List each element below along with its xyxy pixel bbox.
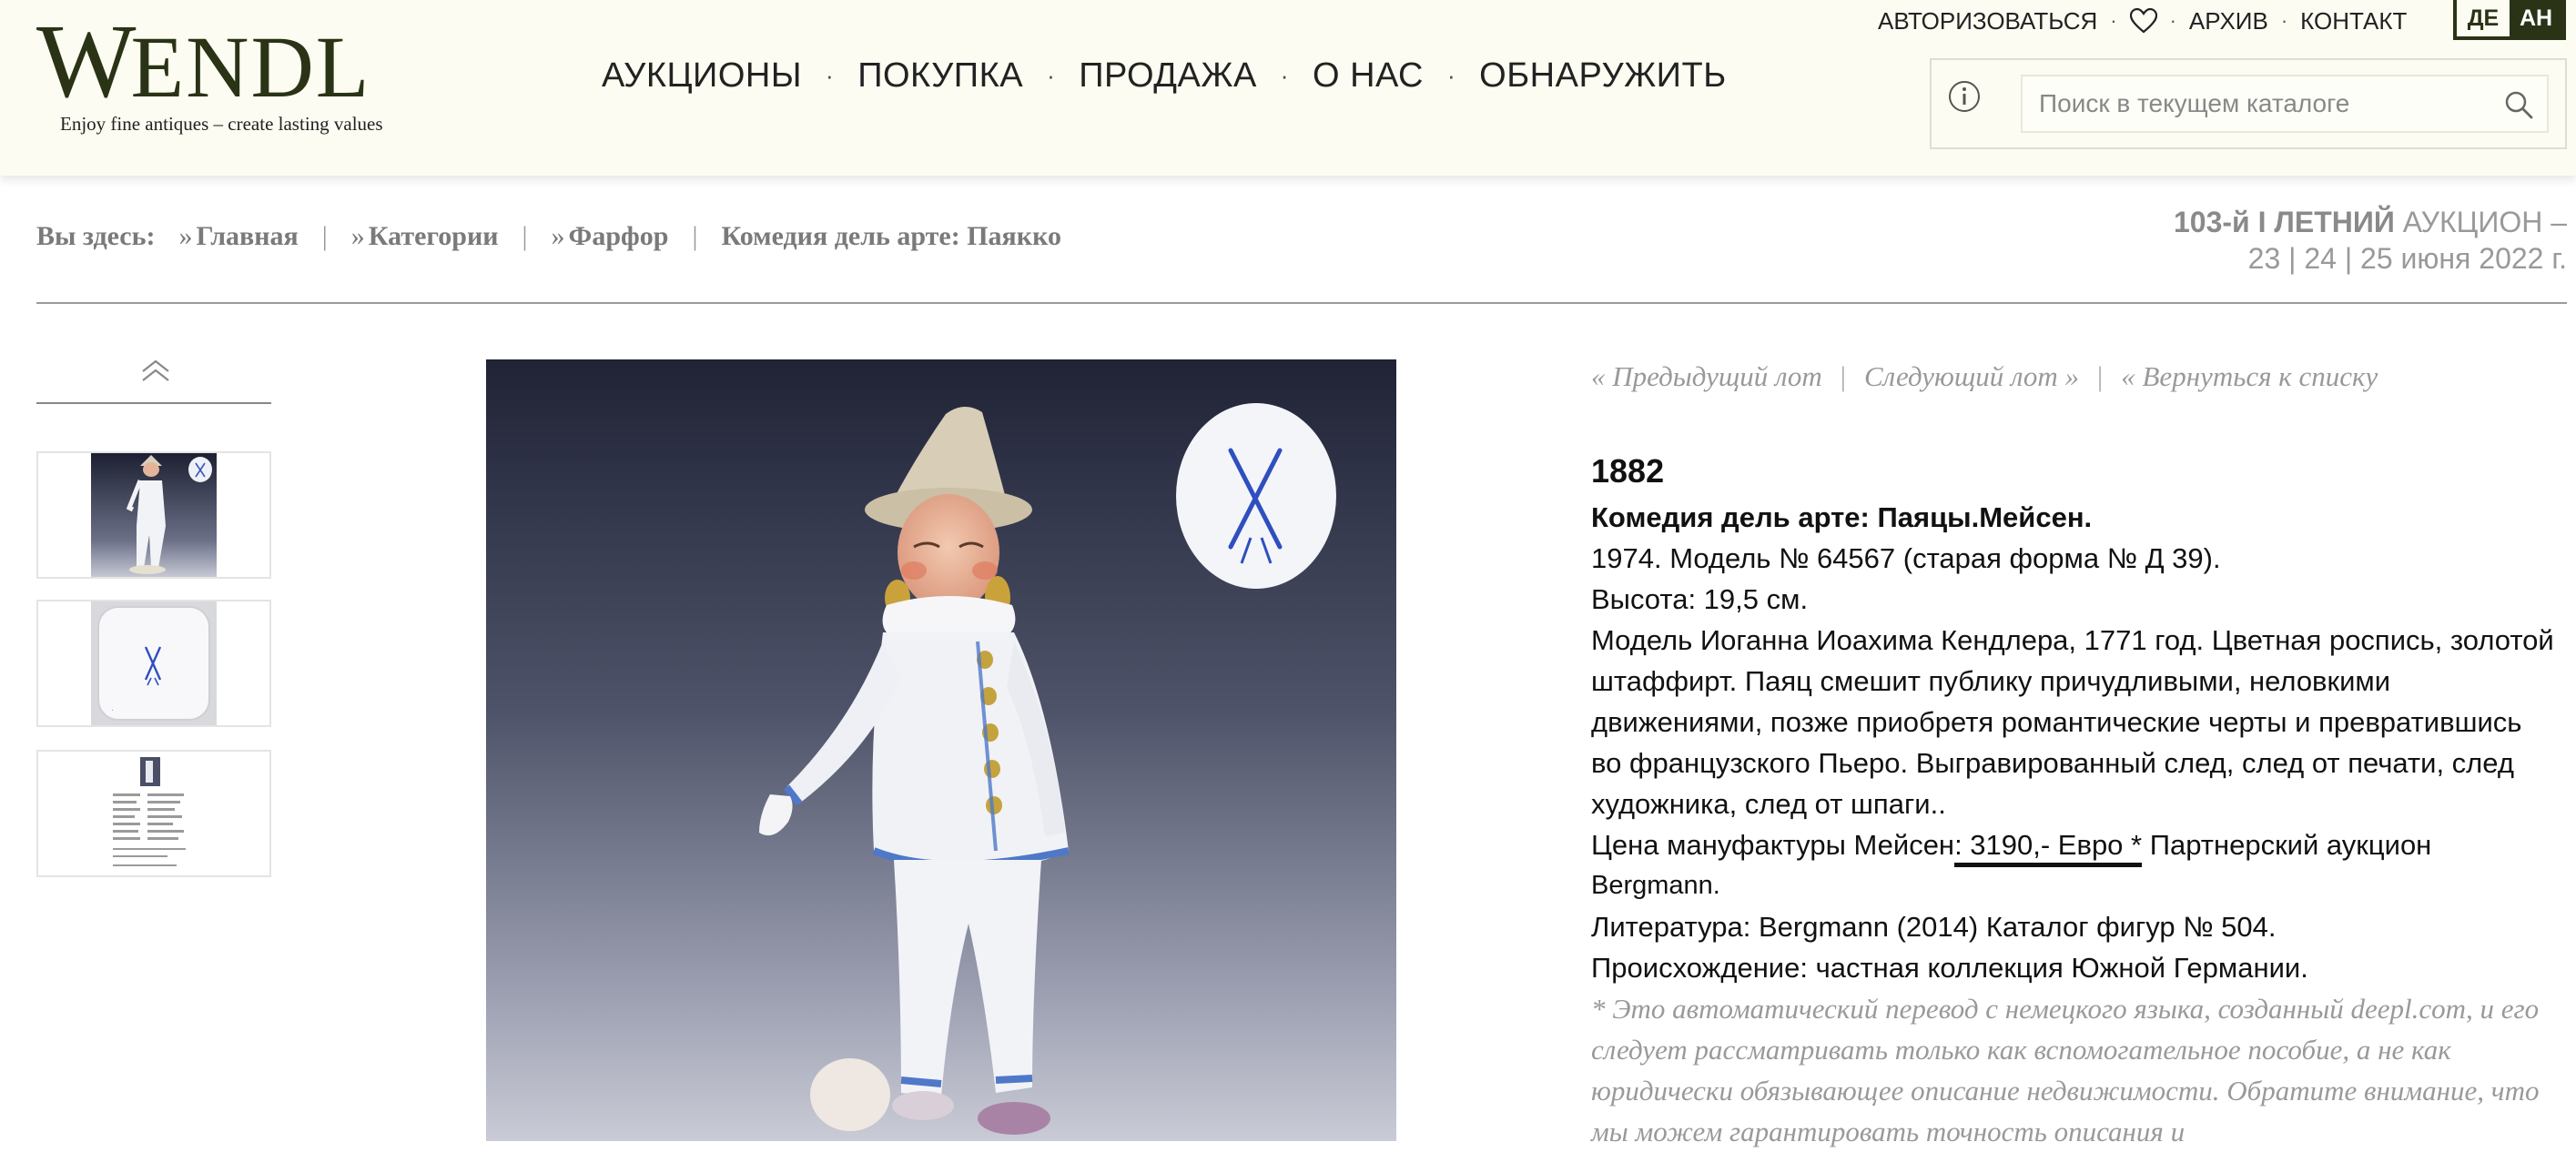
auction-title: 103-й I ЛЕТНИЙ [2174,206,2395,238]
lot-description: Модель Иоганна Иоахима Кендлера, 1771 го… [1591,624,2554,820]
site-tagline: Enjoy fine antiques – create lasting val… [60,113,383,135]
back-to-list-link[interactable]: « Вернуться к списку [2121,360,2378,393]
thumbnail-figure[interactable] [36,451,271,579]
price-label: Цена мануфактуры Мейсен [1591,829,1955,861]
site-logo[interactable]: WENDL [36,9,370,115]
search-box [1930,58,2567,149]
lang-de-button[interactable]: ДЕ [2457,0,2510,36]
next-lot-link[interactable]: Следующий лот » [1864,360,2079,393]
lot-navigation: « Предыдущий лот | Следующий лот » | « В… [1591,360,2378,393]
price-partner: Bergmann. [1591,871,1720,900]
divider [36,302,2567,304]
breadcrumb-categories[interactable]: » Категории [351,221,499,252]
nav-separator: · [1047,62,1056,89]
nav-separator: · [826,62,835,89]
contact-link[interactable]: КОНТАКТ [2300,7,2407,35]
top-links: АВТОРИЗОВАТЬСЯ · · АРХИВ · КОНТАКТ [1878,6,2408,35]
heart-icon[interactable] [2129,7,2157,34]
translation-disclaimer: * Это автоматический перевод с немецкого… [1591,993,2540,1147]
site-header: WENDL Enjoy fine antiques – create lasti… [0,0,2576,176]
lot-title: Комедия дель арте: Паяцы.Мейсен. [1591,501,2093,533]
nav-buying[interactable]: ПОКУПКА [857,56,1023,96]
search-icon[interactable] [2503,89,2534,120]
nav-about[interactable]: О НАС [1313,56,1424,96]
main-nav: АУКЦИОНЫ · ПОКУПКА · ПРОДАЖА · О НАС · О… [602,56,1727,96]
archive-link[interactable]: АРХИВ [2189,7,2268,35]
lot-literature: Литература: Bergmann (2014) Каталог фигу… [1591,911,2277,943]
breadcrumb-home[interactable]: » Главная [178,221,298,252]
search-input[interactable] [2023,76,2510,131]
auction-info: 103-й I ЛЕТНИЙ АУКЦИОН – 23 | 24 | 25 ию… [2094,204,2567,277]
login-link[interactable]: АВТОРИЗОВАТЬСЯ [1878,7,2097,35]
search-field [2021,75,2549,133]
thumbnails-scroll-up[interactable] [36,351,271,404]
price-suffix: Партнерский аукцион [2142,829,2432,861]
breadcrumb-porcelain[interactable]: » Фарфор [552,221,669,252]
price-value: : 3190,- Евро * [1954,829,2143,867]
lot-height: Высота: 19,5 см. [1591,583,1809,615]
thumbnail-catalog-page[interactable] [36,750,271,877]
nav-separator: · [1446,62,1456,89]
lot-model: 1974. Модель № 64567 (старая форма № Д 3… [1591,542,2221,574]
previous-lot-link[interactable]: « Предыдущий лот [1591,360,1822,393]
svg-text:·: · [111,705,114,715]
breadcrumb-prefix: Вы здесь: [36,221,156,251]
lang-en-button[interactable]: АН [2510,0,2562,36]
chevron-up-icon[interactable] [140,359,171,386]
auction-label: АУКЦИОН – [2402,206,2567,238]
language-switch: ДЕ АН [2453,0,2566,40]
breadcrumb: Вы здесь: » Главная | » Категории | » Фарфо… [36,221,1061,252]
lot-price: Цена мануфактуры Мейсен: 3190,- Евро * П… [1591,824,2558,867]
lot-details: 1882 Комедия дель арте: Паяцы.Мейсен. 19… [1591,446,2558,1152]
lot-number: 1882 [1591,452,1665,490]
nav-auctions[interactable]: АУКЦИОНЫ [602,56,802,96]
thumbnail-mark[interactable]: · [36,600,271,727]
lot-main-image[interactable] [486,359,1396,1141]
breadcrumb-current: Комедия дель арте: Паякко [721,221,1061,251]
info-icon[interactable] [1948,80,1981,113]
auction-dates: 23 | 24 | 25 июня 2022 г. [2247,242,2567,275]
lot-provenance: Происхождение: частная коллекция Южной Г… [1591,952,2308,984]
nav-discover[interactable]: ОБНАРУЖИТЬ [1479,56,1726,96]
nav-selling[interactable]: ПРОДАЖА [1079,56,1257,96]
nav-separator: · [1280,62,1289,89]
